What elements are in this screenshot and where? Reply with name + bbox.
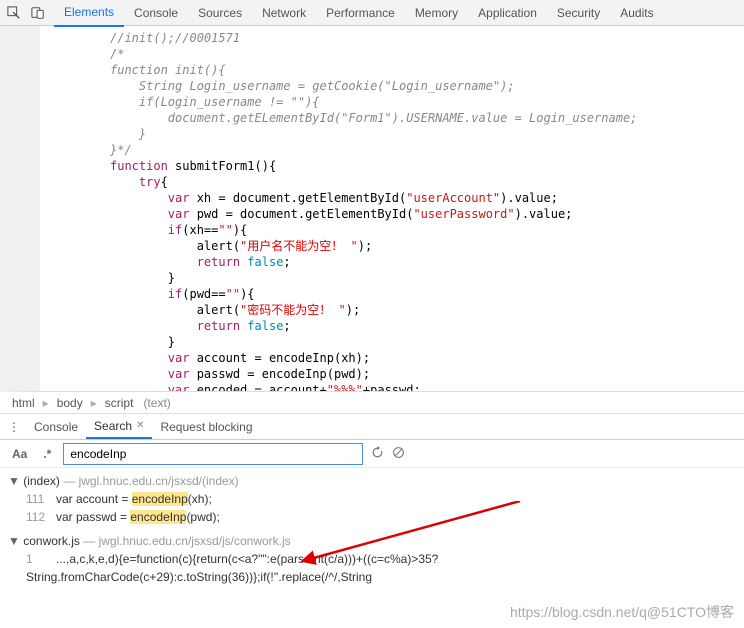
result-line[interactable]: 111var account = encodeInp(xh); [8,490,736,508]
result-file[interactable]: ▼ (index) — jwgl.hnuc.edu.cn/jsxsd/(inde… [8,472,736,490]
dom-breadcrumbs: html ▸ body ▸ script (text) [0,392,744,414]
close-icon[interactable]: ✕ [136,420,144,431]
search-input[interactable] [63,443,363,465]
tab-memory[interactable]: Memory [405,0,468,26]
drawer-tab-request-blocking[interactable]: Request blocking [152,415,260,439]
drawer-tab-search[interactable]: Search✕ [86,415,152,439]
refresh-icon[interactable] [371,446,384,462]
tab-network[interactable]: Network [252,0,316,26]
inspect-icon[interactable] [6,5,22,21]
source-code-view: //init();//0001571/*function init(){ Str… [0,26,744,392]
drawer-tab-console[interactable]: Console [26,415,86,439]
regex-toggle[interactable]: .* [39,445,55,463]
panel-tabs: ElementsConsoleSourcesNetworkPerformance… [54,0,664,27]
clear-icon[interactable] [392,446,405,462]
tab-performance[interactable]: Performance [316,0,405,26]
tab-audits[interactable]: Audits [610,0,663,26]
breadcrumb-script[interactable]: script [101,394,138,412]
result-line[interactable]: 1...,a,c,k,e,d){e=function(c){return(c<a… [8,550,736,586]
match-case-toggle[interactable]: Aa [8,445,31,463]
breadcrumb-suffix: (text) [143,396,170,410]
tab-console[interactable]: Console [124,0,188,26]
result-line[interactable]: 112var passwd = encodeInp(pwd); [8,508,736,526]
watermark-text: https://blog.csdn.net/q@51CTO博客 [510,602,734,622]
breadcrumb-body[interactable]: body [53,394,87,412]
result-file[interactable]: ▼ conwork.js — jwgl.hnuc.edu.cn/jsxsd/js… [8,532,736,550]
drawer-tabs: ⋮ ConsoleSearch✕Request blocking [0,414,744,440]
tab-security[interactable]: Security [547,0,610,26]
search-bar: Aa .* [0,440,744,468]
devtools-toolbar: ElementsConsoleSourcesNetworkPerformance… [0,0,744,26]
tab-application[interactable]: Application [468,0,547,26]
tab-elements[interactable]: Elements [54,0,124,27]
breadcrumb-html[interactable]: html [8,394,39,412]
device-toggle-icon[interactable] [30,5,46,21]
drawer-menu-icon[interactable]: ⋮ [6,419,22,435]
search-results: ▼ (index) — jwgl.hnuc.edu.cn/jsxsd/(inde… [0,468,744,596]
tab-sources[interactable]: Sources [188,0,252,26]
